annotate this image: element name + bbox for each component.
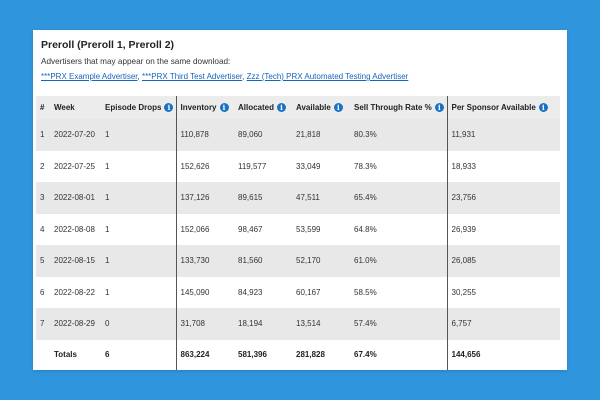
col-header-week: Week [50,96,101,119]
cell-index: 6 [36,276,50,308]
cell-available: 33,049 [292,150,350,182]
cell-sell-through-rate: 61.0% [350,245,447,277]
table-row: 1 2022-07-20 1 110,878 89,060 21,818 80.3% 11,9… [36,119,560,151]
col-header-allocated: Allocated i [234,96,292,119]
col-header-episode-drops: Episode Drops i [101,96,176,119]
totals-episode-drops: 6 [101,339,176,370]
cell-sell-through-rate: 78.3% [350,150,447,182]
table-row: 3 2022-08-01 1 137,126 89,615 47,511 65.4% 23,7… [36,182,560,214]
cell-inventory: 145,090 [175,276,234,308]
cell-available: 52,170 [292,245,350,277]
inventory-table: # Week Episode Drops i Inventory i Allocat… [36,96,560,370]
cell-index: 3 [36,182,50,214]
cell-sell-through-rate: 80.3% [350,119,447,151]
cell-episode-drops: 1 [101,182,176,214]
advertiser-link-automated-testing[interactable]: Zzz (Tech) PRX Automated Testing Adverti… [247,72,409,81]
cell-inventory: 152,066 [175,213,234,245]
cell-week: 2022-07-20 [50,119,101,151]
table-header-row: # Week Episode Drops i Inventory i Allocat… [36,96,560,119]
advertisers-label: Advertisers that may appear on the same … [41,57,231,66]
cell-episode-drops: 1 [101,276,176,308]
cell-sell-through-rate: 65.4% [350,182,447,214]
cell-per-sponsor-available: 11,931 [446,119,560,151]
cell-week: 2022-08-01 [50,182,101,214]
col-header-sell-through-rate: Sell Through Rate % i [350,96,447,119]
cell-allocated: 18,194 [234,308,292,340]
totals-inventory: 863,224 [175,339,234,370]
cell-episode-drops: 0 [101,308,176,340]
cell-inventory: 152,626 [175,150,234,182]
totals-label: Totals [36,339,101,370]
cell-available: 13,514 [292,308,350,340]
totals-per-sponsor-available: 144,656 [446,339,560,370]
table-row: 2 2022-07-25 1 152,626 119,577 33,049 78.3% 18,… [36,150,560,182]
cell-allocated: 89,060 [234,119,292,151]
info-icon[interactable]: i [434,103,444,113]
cell-allocated: 84,923 [234,276,292,308]
cell-episode-drops: 1 [101,213,176,245]
advertiser-link-example[interactable]: ***PRX Example Advertiser [41,72,138,81]
cell-allocated: 98,467 [234,213,292,245]
cell-week: 2022-07-25 [50,150,101,182]
table-row: 4 2022-08-08 1 152,066 98,467 53,599 64.8% 26,9… [36,213,560,245]
advertiser-link-third-test[interactable]: ***PRX Third Test Advertiser [142,72,242,81]
totals-row: Totals 6 863,224 581,396 281,828 67.4% 1… [36,339,560,370]
col-header-available: Available i [292,96,350,119]
col-header-inventory: Inventory i [175,96,234,119]
info-icon[interactable]: i [277,103,287,113]
cell-allocated: 89,615 [234,182,292,214]
cell-per-sponsor-available: 26,939 [446,213,560,245]
cell-sell-through-rate: 64.8% [350,213,447,245]
cell-allocated: 119,577 [234,150,292,182]
cell-per-sponsor-available: 23,756 [446,182,560,214]
cell-week: 2022-08-29 [50,308,101,340]
cell-inventory: 137,126 [175,182,234,214]
cell-available: 21,818 [292,119,350,151]
info-icon[interactable]: i [164,103,174,113]
cell-week: 2022-08-22 [50,276,101,308]
cell-week: 2022-08-08 [50,213,101,245]
cell-available: 53,599 [292,213,350,245]
table-row: 7 2022-08-29 0 31,708 18,194 13,514 57.4% 6,757 [36,308,560,340]
cell-per-sponsor-available: 6,757 [446,308,560,340]
cell-index: 4 [36,213,50,245]
cell-per-sponsor-available: 30,255 [446,276,560,308]
col-header-per-sponsor-available: Per Sponsor Available i [446,96,560,119]
cell-inventory: 133,730 [175,245,234,277]
info-icon[interactable]: i [333,103,343,113]
cell-index: 5 [36,245,50,277]
cell-index: 1 [36,119,50,151]
cell-inventory: 31,708 [175,308,234,340]
cell-inventory: 110,878 [175,119,234,151]
cell-available: 60,167 [292,276,350,308]
totals-available: 281,828 [292,339,350,370]
cell-episode-drops: 1 [101,119,176,151]
page-title: Preroll (Preroll 1, Preroll 2) [41,39,175,51]
totals-sell-through-rate: 67.4% [350,339,447,370]
cell-sell-through-rate: 58.5% [350,276,447,308]
inventory-card: Preroll (Preroll 1, Preroll 2) Advertise… [33,30,567,370]
advertiser-links: ***PRX Example Advertiser, ***PRX Third … [41,72,408,81]
table-row: 5 2022-08-15 1 133,730 81,560 52,170 61.0% 26,0… [36,245,560,277]
cell-index: 7 [36,308,50,340]
table-row: 6 2022-08-22 1 145,090 84,923 60,167 58.5% 30,2… [36,276,560,308]
cell-episode-drops: 1 [101,245,176,277]
cell-available: 47,511 [292,182,350,214]
cell-per-sponsor-available: 18,933 [446,150,560,182]
info-icon[interactable]: i [538,103,548,113]
cell-episode-drops: 1 [101,150,176,182]
cell-per-sponsor-available: 26,085 [446,245,560,277]
cell-allocated: 81,560 [234,245,292,277]
col-header-index: # [36,96,50,119]
cell-index: 2 [36,150,50,182]
cell-sell-through-rate: 57.4% [350,308,447,340]
totals-allocated: 581,396 [234,339,292,370]
cell-week: 2022-08-15 [50,245,101,277]
info-icon[interactable]: i [219,103,229,113]
